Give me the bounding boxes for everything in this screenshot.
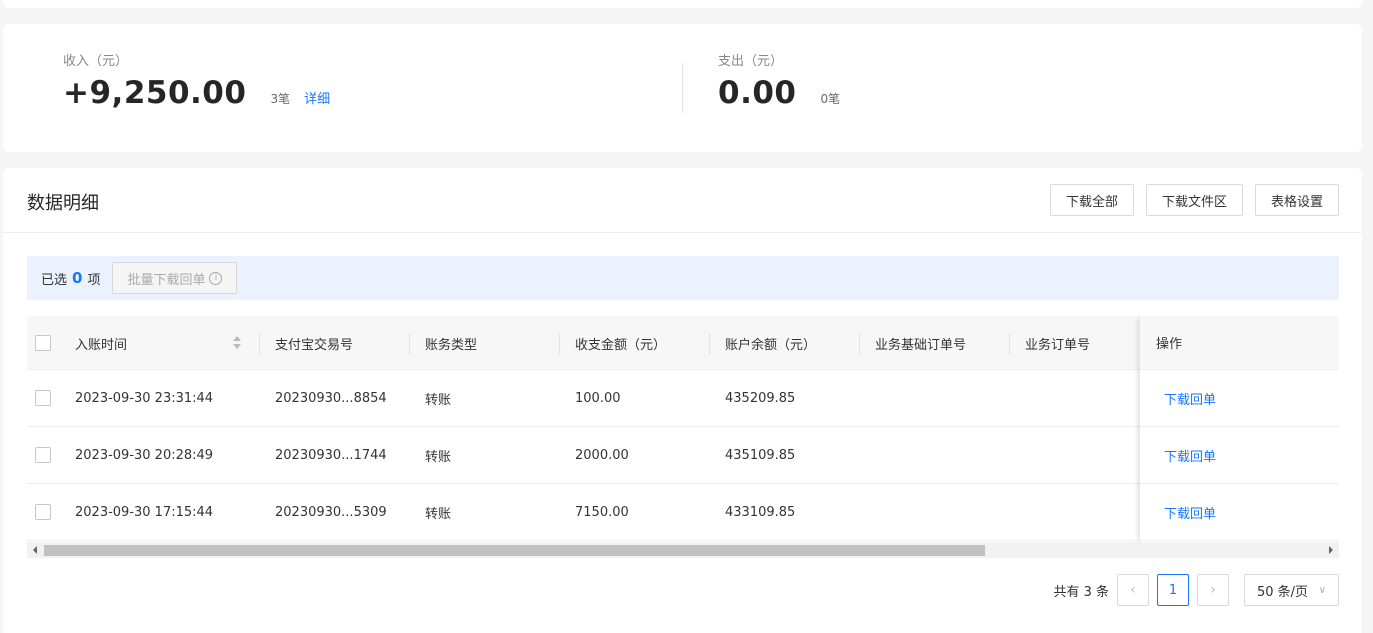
total-count: 共有 3 条	[1053, 584, 1109, 600]
cell-trade-no: 20230930...8854	[275, 390, 387, 406]
col-trade-no: 支付宝交易号	[275, 337, 354, 353]
cell-amount: 100.00	[575, 390, 621, 406]
cell-amount: 7150.00	[575, 504, 629, 520]
scroll-left-icon[interactable]	[33, 546, 37, 554]
info-icon: i	[209, 271, 223, 285]
table-settings-button[interactable]: 表格设置	[1254, 184, 1339, 216]
cell-balance: 433109.85	[725, 504, 796, 520]
selection-count: 0	[72, 269, 83, 287]
page-size-value: 50 条/页	[1257, 584, 1309, 600]
selection-bar: 已选 0 项 批量下载回单 i	[27, 256, 1339, 300]
income-block: 收入（元） +9,250.00 3笔 详细	[63, 50, 330, 111]
cell-balance: 435109.85	[725, 447, 796, 463]
col-order: 业务订单号	[1025, 337, 1091, 353]
summary-divider	[682, 63, 683, 113]
batch-download-label: 批量下载回单	[127, 272, 206, 288]
detail-card: 数据明细 下载全部 下载文件区 表格设置 已选 0 项 批量下载回单 i 入账时…	[3, 168, 1362, 633]
selection-prefix: 已选	[41, 272, 68, 288]
prev-page-button[interactable]: ‹	[1117, 574, 1149, 606]
income-count: 3笔	[270, 92, 291, 106]
expense-block: 支出（元） 0.00 0笔	[718, 50, 840, 111]
col-action: 操作	[1140, 316, 1339, 370]
horizontal-scrollbar[interactable]	[27, 542, 1339, 558]
sort-icon[interactable]	[233, 336, 241, 350]
expense-count: 0笔	[820, 92, 841, 106]
col-type: 账务类型	[425, 337, 478, 353]
expense-label: 支出（元）	[718, 54, 784, 69]
cell-balance: 435209.85	[725, 390, 796, 406]
summary-card: 收入（元） +9,250.00 3笔 详细 支出（元） 0.00 0笔	[3, 24, 1362, 152]
expense-amount: 0.00	[718, 75, 797, 111]
top-card	[3, 0, 1362, 8]
row-checkbox[interactable]	[35, 504, 51, 520]
col-base-order: 业务基础订单号	[875, 337, 967, 353]
income-detail-link[interactable]: 详细	[304, 88, 330, 107]
page-size-select[interactable]: 50 条/页 ∨	[1244, 574, 1339, 606]
download-receipt-link[interactable]: 下载回单	[1140, 427, 1339, 484]
cell-trade-no: 20230930...5309	[275, 504, 387, 520]
col-time: 入账时间	[75, 337, 128, 353]
income-label: 收入（元）	[63, 54, 129, 69]
pagination: 共有 3 条 ‹ 1 › 50 条/页 ∨	[1053, 574, 1339, 606]
scroll-right-icon[interactable]	[1329, 546, 1333, 554]
col-amount: 收支金额（元）	[575, 337, 667, 353]
cell-type: 转账	[425, 506, 452, 522]
chevron-down-icon: ∨	[1318, 584, 1326, 596]
cell-type: 转账	[425, 392, 452, 408]
select-all-checkbox[interactable]	[35, 335, 51, 351]
cell-time: 2023-09-30 17:15:44	[75, 504, 214, 520]
detail-title: 数据明细	[27, 193, 99, 214]
action-column: 操作 下载回单 下载回单 下载回单	[1139, 316, 1339, 542]
col-balance: 账户余额（元）	[725, 337, 817, 353]
page-1-button[interactable]: 1	[1157, 574, 1189, 606]
batch-download-button[interactable]: 批量下载回单 i	[112, 262, 238, 294]
download-all-button[interactable]: 下载全部	[1049, 184, 1134, 216]
row-checkbox[interactable]	[35, 447, 51, 463]
row-checkbox[interactable]	[35, 390, 51, 406]
cell-time: 2023-09-30 20:28:49	[75, 447, 214, 463]
detail-divider	[3, 232, 1362, 233]
selection-suffix: 项	[87, 272, 101, 288]
cell-trade-no: 20230930...1744	[275, 447, 387, 463]
download-receipt-link[interactable]: 下载回单	[1140, 484, 1339, 541]
download-receipt-link[interactable]: 下载回单	[1140, 370, 1339, 427]
income-amount: +9,250.00	[63, 75, 247, 111]
next-page-button[interactable]: ›	[1197, 574, 1229, 606]
scrollbar-thumb[interactable]	[44, 545, 985, 556]
transactions-table: 入账时间 支付宝交易号 账务类型 收支金额（元） 账户余额（元） 业务基础订单号…	[27, 316, 1339, 542]
download-files-button[interactable]: 下载文件区	[1145, 184, 1243, 216]
cell-time: 2023-09-30 23:31:44	[75, 390, 214, 406]
cell-type: 转账	[425, 449, 452, 465]
cell-amount: 2000.00	[575, 447, 629, 463]
